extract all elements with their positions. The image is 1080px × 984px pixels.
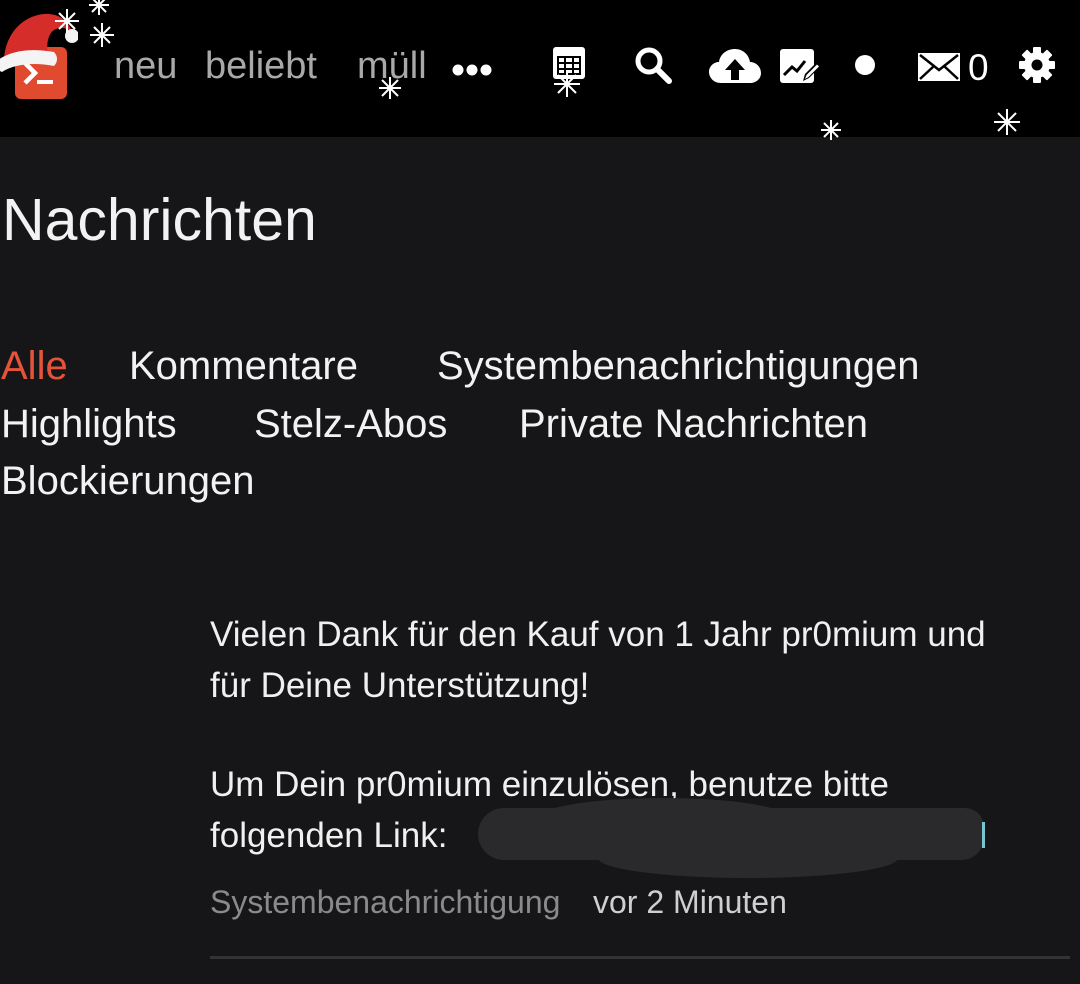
tab-blockierungen[interactable]: Blockierungen <box>1 459 255 504</box>
tab-stelz-abos[interactable]: Stelz-Abos <box>254 402 447 447</box>
mail-count[interactable]: 0 <box>968 47 989 89</box>
upload-icon[interactable] <box>709 47 761 85</box>
tab-kommentare[interactable]: Kommentare <box>129 344 358 389</box>
mail-icon[interactable] <box>917 52 961 82</box>
status-dot-icon <box>855 55 875 75</box>
top-bar: neu beliebt müll 0 <box>0 0 1080 140</box>
message-type[interactable]: Systembenachrichtigung <box>210 884 560 921</box>
tab-alle[interactable]: Alle <box>1 344 68 389</box>
snowflake-icon <box>554 71 580 97</box>
tab-systembenachrichtigungen[interactable]: Systembenachrichtigungen <box>437 344 920 389</box>
nav-neu[interactable]: neu <box>114 45 177 88</box>
gear-icon[interactable] <box>1019 47 1055 83</box>
snowflake-icon <box>821 120 841 140</box>
snowflake-icon <box>89 0 109 15</box>
snowflake-icon <box>55 9 79 33</box>
snowflake-icon <box>90 23 114 47</box>
page-title: Nachrichten <box>2 187 317 253</box>
message-time: vor 2 Minuten <box>593 884 787 920</box>
snowflake-icon <box>994 109 1020 135</box>
search-icon[interactable] <box>633 45 673 85</box>
nav-beliebt[interactable]: beliebt <box>205 45 317 88</box>
divider <box>210 956 1070 959</box>
snowflake-icon <box>379 77 401 99</box>
tab-private-nachrichten[interactable]: Private Nachrichten <box>519 402 868 447</box>
edit-icon[interactable] <box>779 47 821 87</box>
redacted-link[interactable] <box>478 798 984 878</box>
message-text-line: Vielen Dank für den Kauf von 1 Jahr pr0m… <box>210 615 986 654</box>
more-icon[interactable] <box>452 62 492 78</box>
message-text-line: für Deine Unterstützung! <box>210 666 590 705</box>
link-edge <box>982 822 985 848</box>
tab-highlights[interactable]: Highlights <box>1 402 177 447</box>
